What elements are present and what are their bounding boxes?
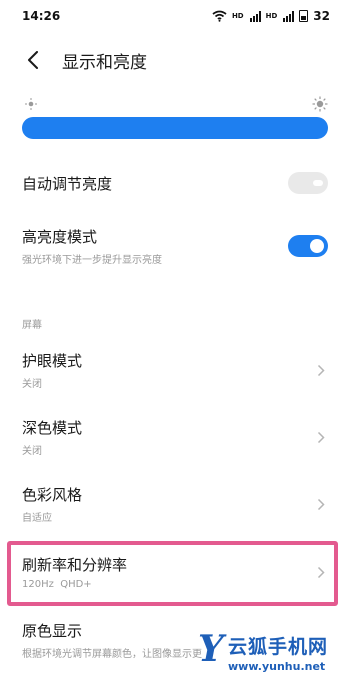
chevron-right-icon [314,565,328,579]
back-button[interactable] [16,43,50,77]
watermark-name: 云狐手机网 [228,636,329,658]
high-brightness-subtitle: 强光环境下进一步提升显示亮度 [22,255,162,266]
true-tone-label: 原色显示 [22,622,83,640]
section-label-screen: 屏幕 [22,320,42,331]
auto-brightness-toggle[interactable] [288,172,328,194]
status-time: 14:26 [22,9,61,23]
dark-mode-row[interactable]: 深色模式 关闭 [0,417,350,457]
high-brightness-label: 高亮度模式 [22,228,98,246]
sun-small-icon [25,98,37,110]
battery-level: 32 [313,9,330,23]
dark-mode-status: 关闭 [22,446,42,457]
sun-large-icon [312,96,328,112]
high-brightness-row[interactable]: 高亮度模式 强光环境下进一步提升显示亮度 [0,226,350,266]
signal-icon [283,10,295,22]
status-bar: 14:26 HD HD 32 [0,0,350,32]
color-style-status: 自适应 [22,513,52,524]
chevron-right-icon [314,497,328,511]
color-style-label: 色彩风格 [22,486,83,504]
refresh-resolution-label: 刷新率和分辨率 [22,556,128,574]
battery-icon [299,10,309,22]
chevron-right-icon [314,430,328,444]
status-icons: HD HD 32 [212,9,330,23]
dark-mode-label: 深色模式 [22,419,83,437]
refresh-resolution-status: 120Hz QHD+ [22,579,92,590]
chevron-right-icon [314,363,328,377]
eye-care-status: 关闭 [22,379,42,390]
eye-care-label: 护眼模式 [22,352,83,370]
true-tone-subtitle: 根据环境光调节屏幕颜色，让图像显示更 [22,649,202,660]
eye-care-row[interactable]: 护眼模式 关闭 [0,350,350,390]
brightness-slider[interactable] [22,117,328,139]
sim2-label: HD [265,11,278,20]
signal-icon [249,10,261,22]
header: 显示和亮度 [0,38,350,82]
high-brightness-toggle[interactable] [288,235,328,257]
wifi-icon [212,10,227,22]
back-icon [28,51,38,69]
brightness-control [22,96,330,139]
page-title: 显示和亮度 [62,52,147,73]
sim1-label: HD [231,11,244,20]
watermark-logo: Y 云狐手机网 www.yunhu.net [198,626,350,684]
auto-brightness-label: 自动调节亮度 [22,174,113,193]
auto-brightness-row[interactable]: 自动调节亮度 [0,168,350,198]
watermark-letter: Y [198,628,224,670]
refresh-resolution-row[interactable]: 刷新率和分辨率 120Hz QHD+ [0,552,350,592]
color-style-row[interactable]: 色彩风格 自适应 [0,484,350,524]
watermark-url: www.yunhu.net [228,660,326,673]
